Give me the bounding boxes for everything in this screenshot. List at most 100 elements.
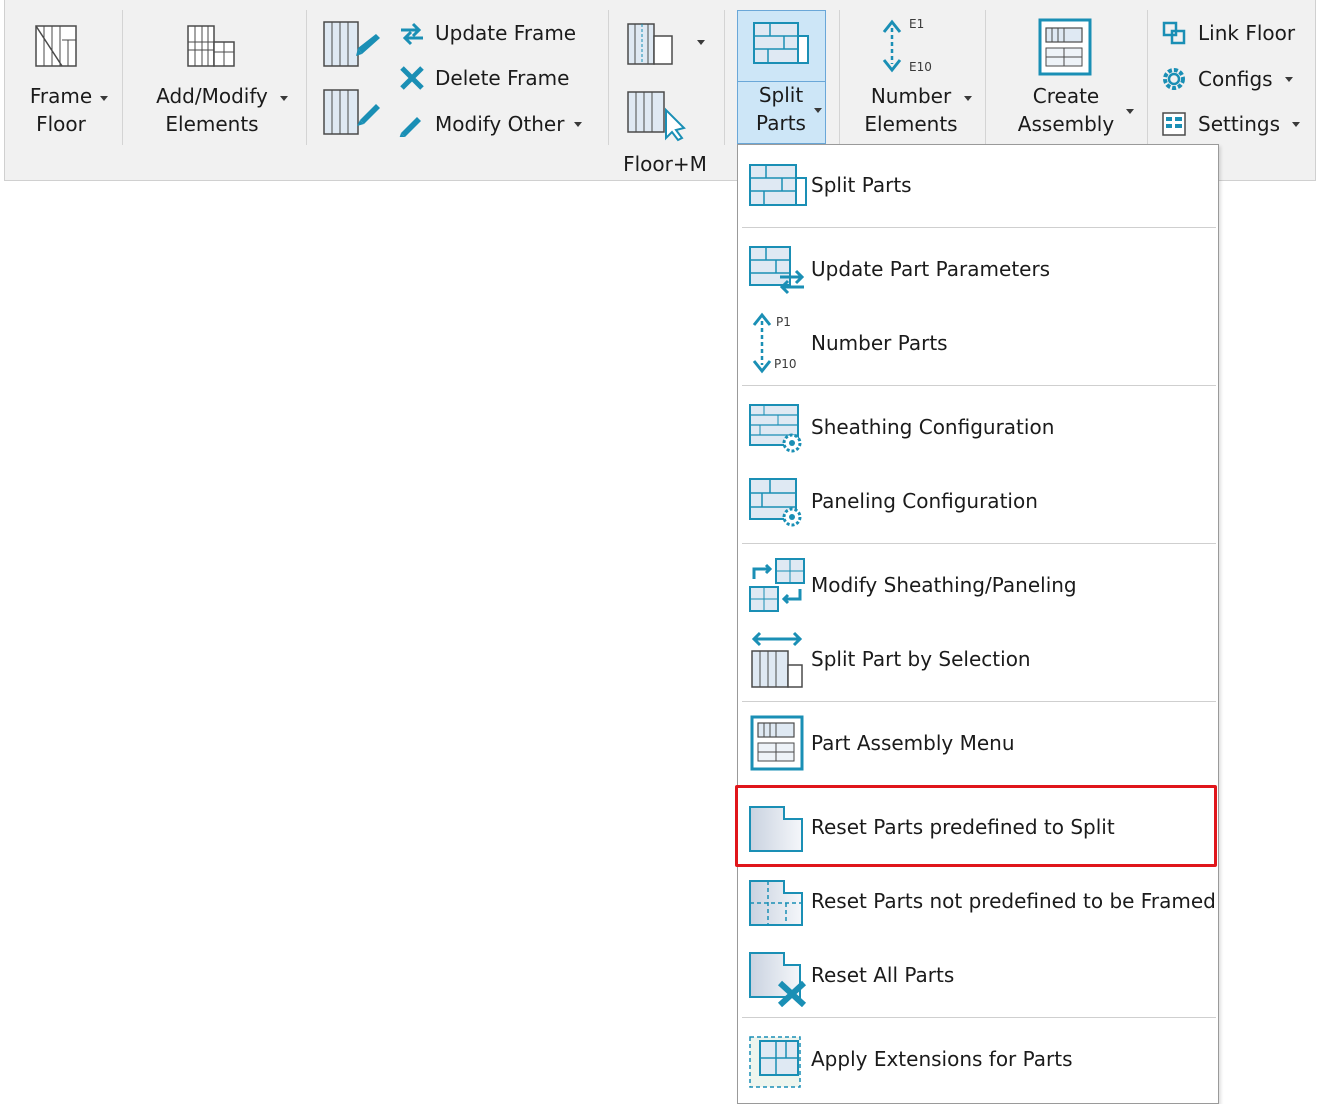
ribbon-separator	[985, 10, 986, 145]
frame-floor-label-2: Floor	[36, 112, 86, 136]
chevron-down-icon	[1126, 109, 1134, 114]
menu-item-reset-parts-not-predefined[interactable]: Reset Parts not predefined to be Framed	[738, 865, 1218, 937]
add-modify-label-1: Add/Modify	[156, 84, 268, 108]
menu-item-update-part-parameters[interactable]: Update Part Parameters	[738, 233, 1218, 305]
ribbon-separator	[839, 10, 840, 145]
number-elements-label-2: Elements	[864, 112, 958, 136]
ribbon-separator	[724, 10, 725, 145]
add-modify-label-2: Elements	[165, 112, 259, 136]
modify-frame-large-icon[interactable]	[320, 86, 384, 138]
frame-floor-icon	[35, 25, 77, 67]
menu-label: Split Parts	[811, 173, 912, 197]
menu-item-split-parts[interactable]: Split Parts	[738, 149, 1218, 221]
menu-item-reset-all-parts[interactable]: Reset All Parts	[738, 939, 1218, 1011]
modify-other-label: Modify Other	[435, 112, 565, 136]
brick-wall-icon	[749, 164, 807, 206]
link-floor-button[interactable]: Link Floor	[1160, 17, 1295, 49]
settings-button[interactable]: Settings	[1160, 108, 1301, 140]
menu-label: Paneling Configuration	[811, 489, 1038, 513]
number-parts-bottom-label: P10	[774, 357, 797, 371]
menu-item-sheathing-configuration[interactable]: Sheathing Configuration	[738, 391, 1218, 463]
link-icon	[1162, 21, 1186, 45]
ribbon-separator	[1147, 10, 1148, 145]
update-frame-button[interactable]: Update Frame	[397, 17, 576, 49]
link-floor-label: Link Floor	[1198, 21, 1296, 45]
number-elements-button[interactable]: E1 E10 Number Elements	[852, 12, 976, 144]
create-assembly-button[interactable]: Create Assembly	[1000, 12, 1138, 144]
refresh-arrows-icon	[401, 22, 423, 46]
create-assembly-label-1: Create	[1032, 84, 1100, 108]
brick-wall-icon	[753, 22, 809, 64]
modify-other-button[interactable]: Modify Other	[397, 108, 583, 140]
number-bottom-label: E10	[909, 60, 932, 74]
floor-m-wall-icon[interactable]	[624, 18, 682, 70]
configs-button[interactable]: Configs	[1160, 63, 1293, 95]
chevron-down-icon	[574, 121, 583, 127]
chevron-down-icon[interactable]	[697, 40, 705, 45]
menu-label: Part Assembly Menu	[811, 731, 1015, 755]
update-frame-large-icon[interactable]	[320, 18, 384, 70]
ribbon-separator	[608, 10, 609, 145]
create-assembly-label-2: Assembly	[1017, 112, 1115, 136]
menu-label: Split Part by Selection	[811, 647, 1031, 671]
reset-dashed-part-icon	[749, 880, 803, 926]
configs-label: Configs	[1198, 67, 1273, 91]
menu-label: Apply Extensions for Parts	[811, 1047, 1073, 1071]
menu-item-apply-extensions[interactable]: Apply Extensions for Parts	[738, 1023, 1218, 1095]
floor-m-select-icon[interactable]	[624, 86, 688, 142]
number-parts-top-label: P1	[776, 315, 791, 329]
chevron-down-icon	[964, 96, 972, 101]
delete-x-icon	[400, 66, 424, 90]
update-frame-label: Update Frame	[435, 21, 577, 45]
settings-label: Settings	[1198, 112, 1281, 136]
menu-item-part-assembly-menu[interactable]: Part Assembly Menu	[738, 707, 1218, 779]
menu-label: Reset All Parts	[811, 963, 955, 987]
split-parts-button[interactable]: Split Parts	[737, 10, 826, 144]
modify-panels-icon	[749, 558, 805, 612]
assembly-sheet-icon	[750, 715, 804, 771]
split-parts-label-2: Parts	[756, 111, 806, 135]
reset-delete-icon	[749, 952, 807, 1007]
ribbon-separator	[306, 10, 307, 145]
menu-separator	[742, 701, 1216, 702]
sheathing-gear-icon	[749, 404, 802, 453]
brick-refresh-icon	[749, 246, 805, 295]
split-parts-label-1: Split	[758, 83, 804, 107]
number-elements-label-1: Number	[870, 84, 952, 108]
menu-label: Modify Sheathing/Paneling	[811, 573, 1077, 597]
chevron-down-icon	[280, 96, 288, 101]
delete-frame-label: Delete Frame	[435, 66, 570, 90]
chevron-down-icon	[1292, 121, 1301, 127]
number-top-label: E1	[909, 17, 925, 31]
chevron-down-icon	[1284, 76, 1293, 82]
ribbon-separator	[122, 10, 123, 145]
menu-separator	[742, 385, 1216, 386]
menu-separator	[742, 227, 1216, 228]
floor-m-group-label: Floor+M	[623, 152, 707, 176]
split-selection-icon	[751, 631, 803, 688]
frame-floor-button[interactable]: Frame Floor	[18, 12, 110, 144]
add-modify-elements-icon	[187, 25, 235, 67]
menu-label: Number Parts	[811, 331, 948, 355]
chevron-down-icon	[100, 96, 108, 101]
highlight-box	[735, 785, 1217, 867]
menu-label: Reset Parts not predefined to be Framed	[811, 889, 1216, 913]
delete-frame-button[interactable]: Delete Frame	[397, 62, 569, 94]
menu-label: Sheathing Configuration	[811, 415, 1055, 439]
add-modify-elements-button[interactable]: Add/Modify Elements	[142, 12, 294, 144]
menu-item-paneling-configuration[interactable]: Paneling Configuration	[738, 465, 1218, 537]
menu-item-number-parts[interactable]: P1 P10 Number Parts	[738, 307, 1218, 379]
assembly-sheet-icon	[1038, 18, 1092, 76]
menu-item-modify-sheathing-paneling[interactable]: Modify Sheathing/Paneling	[738, 549, 1218, 621]
split-parts-dropdown: Split Parts Update Part Parameters P1 P1…	[737, 144, 1219, 1104]
paneling-gear-icon	[749, 478, 802, 527]
settings-list-icon	[1162, 112, 1186, 136]
frame-floor-label-1: Frame	[29, 84, 93, 108]
menu-separator	[742, 1017, 1216, 1018]
gear-icon	[1163, 68, 1185, 90]
pencil-icon	[399, 117, 421, 137]
menu-separator	[742, 543, 1216, 544]
menu-item-split-part-by-selection[interactable]: Split Part by Selection	[738, 623, 1218, 695]
extensions-icon	[749, 1036, 801, 1088]
chevron-down-icon	[814, 108, 822, 113]
